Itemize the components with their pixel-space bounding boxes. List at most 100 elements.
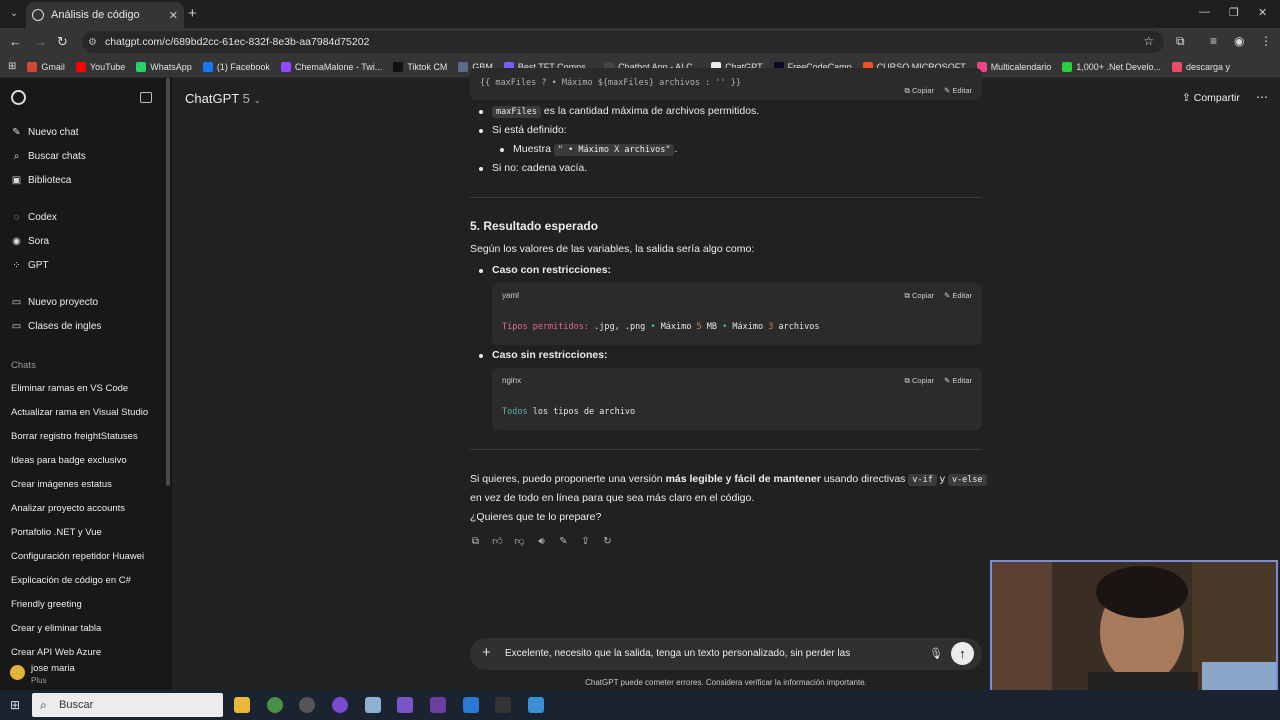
extensions-icon[interactable]: ⧉ (1176, 34, 1185, 49)
bookmark-tiktok[interactable]: Tiktok CM (393, 61, 447, 72)
copy-button[interactable]: ⧉ Copiar (904, 291, 934, 301)
chat-history-item[interactable]: Actualizar rama en Visual Studio (11, 407, 148, 418)
edit-button[interactable]: ✎ Editar (944, 376, 972, 386)
copy-button[interactable]: ⧉ Copiar (904, 86, 934, 96)
search-icon: ⌕ (13, 151, 20, 162)
code-block: yaml ⧉ Copiar ✎ Editar Tipos permitidos:… (492, 283, 982, 345)
bookmark-star-icon[interactable]: ☆ (1143, 34, 1154, 48)
profile-avatar-icon[interactable]: ◉ (1234, 34, 1244, 48)
app-icon[interactable] (332, 697, 348, 713)
sidebar-item-library[interactable]: ▣ Biblioteca (11, 175, 72, 186)
app-icon[interactable] (299, 697, 315, 713)
sidebar: ✎ Nuevo chat ⌕ Buscar chats ▣ Biblioteca ◌ C… (0, 78, 172, 690)
edit-button[interactable]: ✎ Editar (944, 86, 972, 96)
sidebar-item-clases-ingles[interactable]: ▭ Clases de ingles (11, 321, 102, 332)
minimize-icon[interactable]: — (1199, 6, 1210, 18)
regenerate-icon[interactable]: ↻ (602, 536, 613, 547)
chat-history-item[interactable]: Configuración repetidor Huawei (11, 551, 144, 562)
share-icon[interactable]: ⇪ (580, 536, 591, 547)
chat-history-item[interactable]: Friendly greeting (11, 599, 82, 610)
prompt-input[interactable]: Excelente, necesito que la salida, tenga… (505, 648, 850, 659)
close-tab-icon[interactable]: ✕ (169, 9, 178, 22)
code-language: yaml (502, 291, 519, 300)
app-icon[interactable] (365, 697, 381, 713)
divider (470, 197, 982, 198)
back-icon[interactable]: ← (9, 34, 22, 49)
composer[interactable]: + Excelente, necesito que la salida, ten… (470, 638, 982, 670)
maximize-icon[interactable]: ❐ (1229, 6, 1239, 19)
sidebar-toggle-icon[interactable] (140, 92, 152, 103)
bookmark-multicalendario[interactable]: Multicalendario (976, 61, 1051, 72)
paragraph: ¿Quieres que te lo prepare? (470, 511, 602, 523)
chat-history-item[interactable]: Borrar registro freightStatuses (11, 431, 138, 442)
chat-history-item[interactable]: Portafolio .NET y Vue (11, 527, 102, 538)
model-selector[interactable]: ChatGPT 5 ⌄ (185, 91, 261, 106)
tiktok-icon (393, 61, 404, 72)
gpt-icon: ⁘ (12, 260, 21, 271)
chat-history-item[interactable]: Crear imágenes estatus (11, 479, 112, 490)
edit-button[interactable]: ✎ Editar (944, 291, 972, 301)
gmail-icon (27, 61, 38, 72)
bookmark-facebook[interactable]: (1) Facebook (202, 61, 270, 72)
browser-tab-bar: ⌄ Análisis de código ✕ + — ❐ ✕ (0, 0, 1280, 28)
app-icon[interactable] (495, 697, 511, 713)
site-info-icon[interactable]: ⚙ (88, 37, 97, 48)
bookmark-descarga[interactable]: descarga y (1172, 61, 1230, 72)
tab-search-button[interactable]: ⌄ (6, 6, 22, 22)
url-bar[interactable]: ⚙ chatgpt.com/c/689bd2cc-61ec-832f-8e3b-… (82, 31, 1164, 53)
microphone-icon[interactable]: 🎙︎ (929, 647, 943, 660)
list-item: Si no: cadena vacía. (492, 162, 588, 174)
thumbs-up-icon[interactable]: 👍︎ (492, 536, 503, 547)
reload-icon[interactable]: ↻ (57, 34, 68, 50)
new-tab-button[interactable]: + (188, 5, 197, 22)
folder-icon: ▭ (11, 321, 22, 332)
sidebar-item-new-chat[interactable]: ✎ Nuevo chat (11, 127, 78, 138)
edit-canvas-icon[interactable]: ✎ (558, 536, 569, 547)
bookmark-youtube[interactable]: YouTube (75, 61, 125, 72)
chat-history-item[interactable]: Ideas para badge exclusivo (11, 455, 127, 466)
send-button[interactable]: ↑ (951, 642, 974, 665)
youtube-icon (75, 61, 86, 72)
plus-icon[interactable]: + (482, 644, 491, 661)
browser-tab-active[interactable]: Análisis de código ✕ (26, 2, 184, 28)
sidebar-item-new-project[interactable]: ▭ Nuevo proyecto (11, 297, 98, 308)
bookmark-twitch[interactable]: ChemaMalone - Twi... (280, 61, 382, 72)
visual-studio-icon[interactable] (397, 697, 413, 713)
share-button[interactable]: ⇪ Compartir (1182, 92, 1240, 104)
forward-icon[interactable]: → (34, 34, 47, 49)
sidebar-item-search-chats[interactable]: ⌕ Buscar chats (11, 151, 86, 162)
bookmark-gmail[interactable]: Gmail (27, 61, 65, 72)
media-icon[interactable]: ≡ (1210, 34, 1217, 48)
app-icon[interactable] (463, 697, 479, 713)
read-aloud-icon[interactable]: 🔊︎ (536, 536, 547, 547)
browser-menu-icon[interactable]: ⋮ (1260, 34, 1272, 48)
windows-start-icon[interactable]: ⊞ (10, 698, 20, 712)
chrome-icon[interactable] (267, 697, 283, 713)
chat-history-item[interactable]: Crear y eliminar tabla (11, 623, 101, 634)
close-window-icon[interactable]: ✕ (1258, 6, 1267, 19)
bookmark-whatsapp[interactable]: WhatsApp (136, 61, 192, 72)
more-options-icon[interactable]: ⋯ (1256, 90, 1268, 104)
bookmark-net-developers[interactable]: 1,000+ .Net Develo... (1062, 61, 1161, 72)
thumbs-down-icon[interactable]: 👎︎ (514, 536, 525, 547)
apps-grid-icon[interactable]: ⊞ (8, 61, 16, 72)
sidebar-scrollbar[interactable] (166, 78, 170, 486)
chat-history-item[interactable]: Analizar proyecto accounts (11, 503, 125, 514)
taskbar-search[interactable]: ⌕ Buscar (32, 693, 223, 717)
copy-button[interactable]: ⧉ Copiar (904, 376, 934, 386)
copy-icon[interactable]: ⧉ (470, 536, 481, 547)
chat-history-item[interactable]: Eliminar ramas en VS Code (11, 383, 128, 394)
openai-logo-icon[interactable] (11, 90, 26, 105)
code-block: nginx ⧉ Copiar ✎ Editar Todos los tipos … (492, 368, 982, 430)
section-heading: 5. Resultado esperado (470, 219, 599, 233)
app-icon[interactable] (430, 697, 446, 713)
sidebar-item-gpt[interactable]: ⁘ GPT (11, 260, 48, 271)
sidebar-item-codex[interactable]: ◌ Codex (11, 212, 57, 223)
user-menu[interactable]: jose maria Plus (0, 658, 172, 690)
chat-history-item[interactable]: Crear API Web Azure (11, 647, 101, 655)
sidebar-item-sora[interactable]: ◉ Sora (11, 236, 49, 247)
chat-history-item[interactable]: Explicación de código en C# (11, 575, 131, 586)
app-icon[interactable] (528, 697, 544, 713)
file-explorer-icon[interactable] (234, 697, 250, 713)
list-item: maxFiles es la cantidad máxima de archiv… (492, 105, 759, 118)
